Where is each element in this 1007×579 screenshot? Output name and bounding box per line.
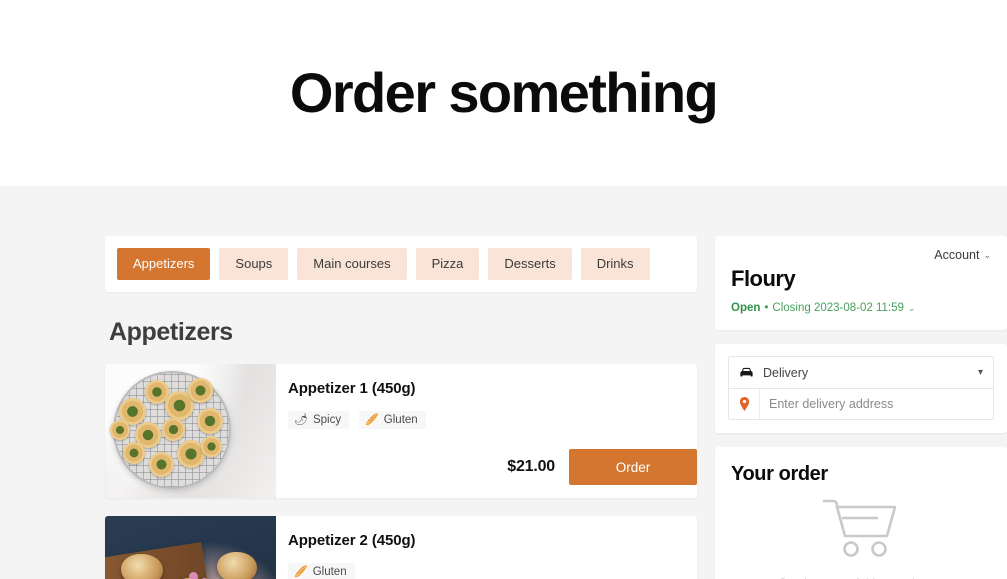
order-button[interactable]: Order (569, 449, 697, 486)
menu-item-body: Appetizer 2 (450g) 🥖 Gluten (276, 516, 697, 579)
separator-dot: • (764, 302, 769, 314)
tag-gluten: 🥖 Gluten (359, 411, 426, 430)
car-icon (739, 367, 754, 378)
account-row: Account ⌄ (731, 248, 991, 262)
account-label: Account (934, 248, 980, 262)
closing-time: Closing 2023-08-02 11:59 (772, 302, 904, 314)
account-menu[interactable]: Account ⌄ (934, 248, 991, 262)
delivery-method-label: Delivery (763, 365, 809, 380)
site-header: Order something (0, 0, 1007, 186)
shopping-cart-icon (731, 496, 991, 566)
content-layout: Appetizers Soups Main courses Pizza Dess… (0, 186, 1007, 579)
delivery-address-input[interactable] (759, 389, 993, 419)
tab-desserts[interactable]: Desserts (488, 248, 572, 281)
menu-item-name: Appetizer 1 (450g) (288, 380, 416, 398)
menu-item-body: Appetizer 1 (450g) 🌶 Spicy 🥖 Gluten $21.… (276, 364, 697, 498)
tag-label: Spicy (312, 414, 342, 427)
tab-main-courses[interactable]: Main courses (297, 248, 407, 281)
map-pin-icon (729, 397, 759, 411)
menu-item-tags: 🥖 Gluten (288, 563, 679, 579)
chevron-down-icon: ▾ (977, 367, 983, 378)
cart-panel: Your order Cart is empty. Add menu items… (715, 447, 1007, 579)
chili-pepper-icon: 🌶 (294, 413, 308, 426)
delivery-method-select[interactable]: Delivery ▾ (728, 356, 994, 388)
sidebar-column: Account ⌄ Floury Open • Closing 2023-08-… (697, 186, 1007, 579)
tag-spicy: 🌶 Spicy (288, 411, 350, 430)
cart-title: Your order (731, 463, 828, 485)
menu-item-photo (105, 516, 276, 579)
status-badge: Open (731, 302, 761, 314)
page-body: Appetizers Soups Main courses Pizza Dess… (0, 186, 1007, 579)
menu-item-price-row: $21.00 Order (507, 449, 697, 486)
menu-item-card: Appetizer 2 (450g) 🥖 Gluten (105, 516, 697, 579)
section-title: Appetizers (109, 318, 233, 347)
chevron-down-icon: ⌄ (983, 249, 991, 260)
tag-gluten: 🥖 Gluten (288, 563, 355, 579)
menu-item-tags: 🌶 Spicy 🥖 Gluten (288, 411, 679, 430)
restaurant-panel: Account ⌄ Floury Open • Closing 2023-08-… (715, 236, 1007, 330)
tag-label: Gluten (312, 566, 347, 579)
tab-appetizers[interactable]: Appetizers (117, 248, 211, 281)
bread-icon: 🥖 (294, 565, 308, 578)
restaurant-hours[interactable]: Open • Closing 2023-08-02 11:59 ⌄ (731, 302, 991, 314)
menu-item-price: $21.00 (507, 458, 555, 476)
menu-item-photo (105, 364, 276, 499)
menu-column: Appetizers Soups Main courses Pizza Dess… (0, 186, 697, 579)
chevron-down-icon: ⌄ (907, 302, 916, 313)
delivery-panel: Delivery ▾ (715, 344, 1007, 433)
menu-item-card: Appetizer 1 (450g) 🌶 Spicy 🥖 Gluten $21.… (105, 364, 697, 499)
bread-icon: 🥖 (365, 413, 379, 426)
delivery-address-row (728, 388, 994, 420)
tab-drinks[interactable]: Drinks (580, 248, 650, 281)
page-title: Order something (289, 61, 719, 124)
menu-item-name: Appetizer 2 (450g) (288, 532, 416, 550)
tab-soups[interactable]: Soups (219, 248, 289, 281)
tag-label: Gluten (383, 414, 418, 427)
category-tabbar: Appetizers Soups Main courses Pizza Dess… (105, 236, 697, 293)
tab-pizza[interactable]: Pizza (415, 248, 480, 281)
restaurant-name: Floury (731, 266, 796, 291)
